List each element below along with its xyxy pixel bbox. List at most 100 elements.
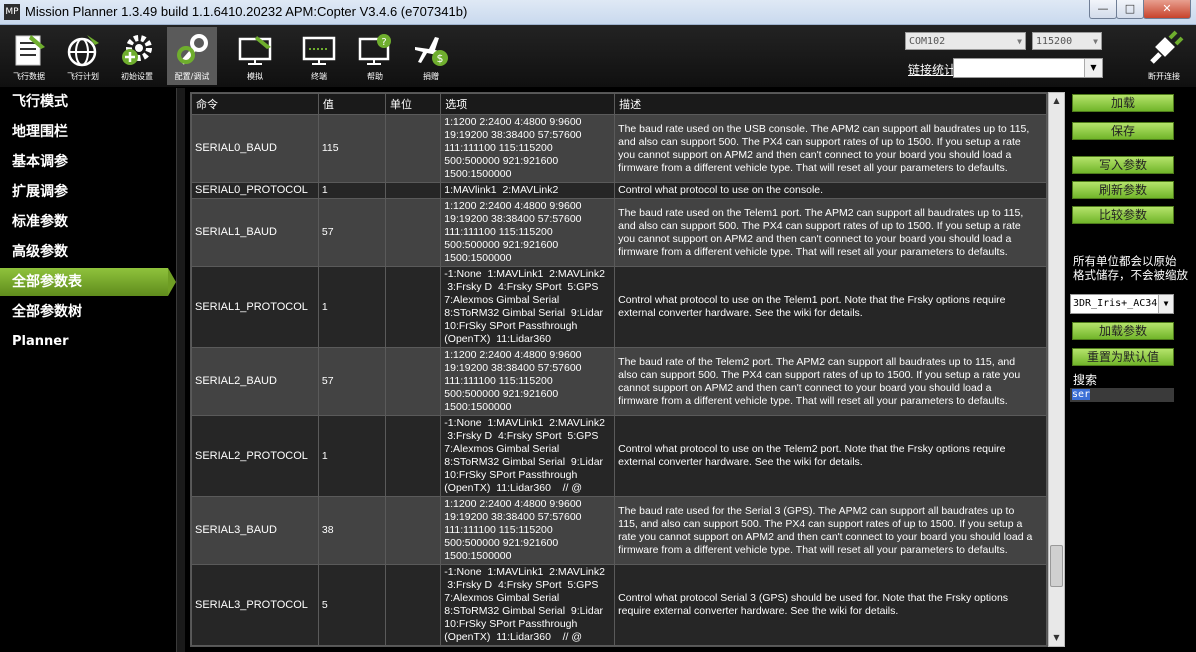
options-line: 1500:1500000 <box>444 168 512 180</box>
sidebar-item-planner[interactable]: Planner <box>0 328 176 356</box>
param-value-cell[interactable]: 57 <box>317 198 387 267</box>
param-value-cell[interactable]: 38 <box>317 496 387 565</box>
options-line: (OpenTX) 11:Lidar360 // @ <box>444 631 582 643</box>
param-value-cell[interactable]: 1 <box>317 182 387 199</box>
param-value-cell[interactable]: 115 <box>317 114 387 183</box>
options-line: 7:Alexmos Gimbal Serial <box>444 592 560 604</box>
options-line: 19:19200 38:38400 57:57600 <box>444 362 582 374</box>
param-options-cell: -1:None 1:MAVLink1 2:MAVLink2 3:Frsky D … <box>440 415 616 497</box>
param-value-cell[interactable]: 1 <box>317 266 387 348</box>
load-button[interactable]: 加载 <box>1072 94 1174 112</box>
baud-rate-value: 115200 <box>1036 36 1073 47</box>
options-line: 500:500000 921:921600 <box>444 537 559 549</box>
sidebar-item-geofence[interactable]: 地理围栏 <box>0 118 176 146</box>
description-line: require external converter hardware. See… <box>618 605 899 617</box>
options-line: 7:Alexmos Gimbal Serial <box>444 443 560 455</box>
param-unit-cell <box>384 182 442 199</box>
table-row[interactable]: SERIAL1_BAUD 57 1:1200 2:2400 4:4800 9:960… <box>191 198 1047 267</box>
param-options-cell: -1:None 1:MAVLink1 2:MAVLink2 3:Frsky D … <box>440 266 616 348</box>
close-button[interactable]: ✕ <box>1143 0 1191 19</box>
scroll-down-icon[interactable]: ▼ <box>1049 630 1064 646</box>
sidebar-item-full-param-list[interactable]: 全部参数表 <box>0 268 176 296</box>
toolbar-initial-setup-button[interactable]: 初始设置 <box>112 27 162 85</box>
table-row[interactable]: SERIAL0_PROTOCOL 1 1:MAVlink1 2:MAVLink2 Co… <box>191 182 1047 199</box>
write-params-button[interactable]: 写入参数 <box>1072 156 1174 174</box>
sidebar-splitter[interactable] <box>176 88 185 652</box>
table-row[interactable]: SERIAL2_BAUD 57 1:1200 2:2400 4:4800 9:960… <box>191 347 1047 416</box>
sidebar-item-advanced-params[interactable]: 高级参数 <box>0 238 176 266</box>
options-line: 3:Frsky D 4:Frsky SPort 5:GPS <box>444 281 599 293</box>
load-params-button[interactable]: 加载参数 <box>1072 322 1174 340</box>
svg-text:?: ? <box>381 37 386 48</box>
toolbar-config-tuning-button[interactable]: 配置/调试 <box>167 27 217 85</box>
options-line: 1:1200 2:2400 4:4800 9:9600 <box>444 116 582 128</box>
maximize-button[interactable]: □ <box>1116 0 1144 19</box>
description-line: The baud rate of the Telem2 port. The AP… <box>618 355 1016 368</box>
param-description-cell: Control what protocol to use on the cons… <box>614 182 1047 199</box>
toolbar-flight-data-button[interactable]: 飞行数据 <box>4 27 54 85</box>
options-line: -1:None 1:MAVLink1 2:MAVLink2 <box>444 566 605 578</box>
toolbar-label: 配置/调试 <box>174 72 210 81</box>
column-header-options[interactable]: 选项 <box>440 93 616 115</box>
disconnect-button[interactable]: 断开连接 <box>1138 30 1190 86</box>
save-button[interactable]: 保存 <box>1072 122 1174 140</box>
column-header-command[interactable]: 命令 <box>191 93 319 115</box>
initial-setup-icon <box>122 35 152 65</box>
link-stats-link[interactable]: 链接统计 <box>908 61 956 78</box>
toolbar-donate-button[interactable]: $ 捐赠 <box>406 27 456 85</box>
sidebar-item-standard-params[interactable]: 标准参数 <box>0 208 176 236</box>
sidebar-item-flight-modes[interactable]: 飞行模式 <box>0 88 176 116</box>
toolbar-help-button[interactable]: ? 帮助 <box>350 27 400 85</box>
column-header-description[interactable]: 描述 <box>614 93 1047 115</box>
compare-params-button[interactable]: 比较参数 <box>1072 206 1174 224</box>
refresh-params-button[interactable]: 刷新参数 <box>1072 181 1174 199</box>
com-port-value: COM102 <box>909 36 946 47</box>
table-vertical-scrollbar[interactable]: ▲ ▼ <box>1048 92 1065 647</box>
options-line: 8:SToRM32 Gimbal Serial 9:Lidar <box>444 307 604 319</box>
link-stats-select[interactable]: ▼ <box>953 58 1103 78</box>
param-value-cell[interactable]: 1 <box>317 415 387 497</box>
table-row[interactable]: SERIAL3_BAUD 38 1:1200 2:2400 4:4800 9:960… <box>191 496 1047 565</box>
baud-rate-select[interactable]: 115200 ▼ <box>1032 32 1102 50</box>
toolbar-label: 初始设置 <box>121 72 153 81</box>
donate-icon: $ <box>415 37 448 66</box>
param-file-select[interactable]: 3DR_Iris+_AC34 ▼ <box>1070 294 1174 314</box>
param-value-cell[interactable]: 57 <box>317 347 387 416</box>
param-value-cell[interactable]: 5 <box>317 564 387 646</box>
options-line: 8:SToRM32 Gimbal Serial 9:Lidar <box>444 605 604 617</box>
reset-to-default-button[interactable]: 重置为默认值 <box>1072 348 1174 366</box>
app-icon: MP <box>4 4 20 20</box>
options-line: 19:19200 38:38400 57:57600 <box>444 213 582 225</box>
options-line: 19:19200 38:38400 57:57600 <box>444 511 582 523</box>
table-row[interactable]: SERIAL3_PROTOCOL 5 -1:None 1:MAVLink1 2:MA… <box>191 564 1047 646</box>
svg-text:$: $ <box>437 52 444 65</box>
toolbar-simulation-button[interactable]: 模拟 <box>230 27 280 85</box>
table-row[interactable]: SERIAL2_PROTOCOL 1 -1:None 1:MAVLink1 2:MA… <box>191 415 1047 497</box>
options-line: 7:Alexmos Gimbal Serial <box>444 294 560 306</box>
search-input-value: ser <box>1072 389 1091 400</box>
options-line: 500:500000 921:921600 <box>444 155 559 167</box>
sidebar-item-extended-tuning[interactable]: 扩展调参 <box>0 178 176 206</box>
toolbar-flight-plan-button[interactable]: 飞行计划 <box>58 27 108 85</box>
minimize-button[interactable]: — <box>1089 0 1117 19</box>
param-options-cell: 1:1200 2:2400 4:4800 9:9600 19:19200 38:3… <box>440 114 616 183</box>
param-unit-cell <box>384 114 442 183</box>
table-row[interactable]: SERIAL0_BAUD 115 1:1200 2:2400 4:4800 9:96… <box>191 114 1047 183</box>
sidebar-item-full-param-tree[interactable]: 全部参数树 <box>0 298 176 326</box>
scroll-thumb[interactable] <box>1050 545 1063 587</box>
param-table: 命令 值 单位 选项 描述 SERIAL0_BAUD 115 1:1200 2:24… <box>191 93 1047 646</box>
toolbar-terminal-button[interactable]: 终端 <box>294 27 344 85</box>
search-input[interactable]: ser <box>1070 388 1174 402</box>
description-line: external converter hardware. See the wik… <box>618 307 863 319</box>
options-line: 1500:1500000 <box>444 252 512 264</box>
column-header-unit[interactable]: 单位 <box>384 93 442 115</box>
options-line: 10:FrSky SPort Passthrough <box>444 469 578 481</box>
com-port-select[interactable]: COM102 ▼ <box>905 32 1026 50</box>
scroll-up-icon[interactable]: ▲ <box>1049 93 1064 109</box>
column-header-value[interactable]: 值 <box>317 93 387 115</box>
toolbar-label: 飞行数据 <box>13 72 45 81</box>
description-line: firmware from a different vehicle type. … <box>618 161 1008 174</box>
param-description-cell: The baud rate used on the Telem1 port. T… <box>614 198 1047 267</box>
sidebar-item-basic-tuning[interactable]: 基本调参 <box>0 148 176 176</box>
table-row[interactable]: SERIAL1_PROTOCOL 1 -1:None 1:MAVLink1 2:MA… <box>191 266 1047 348</box>
